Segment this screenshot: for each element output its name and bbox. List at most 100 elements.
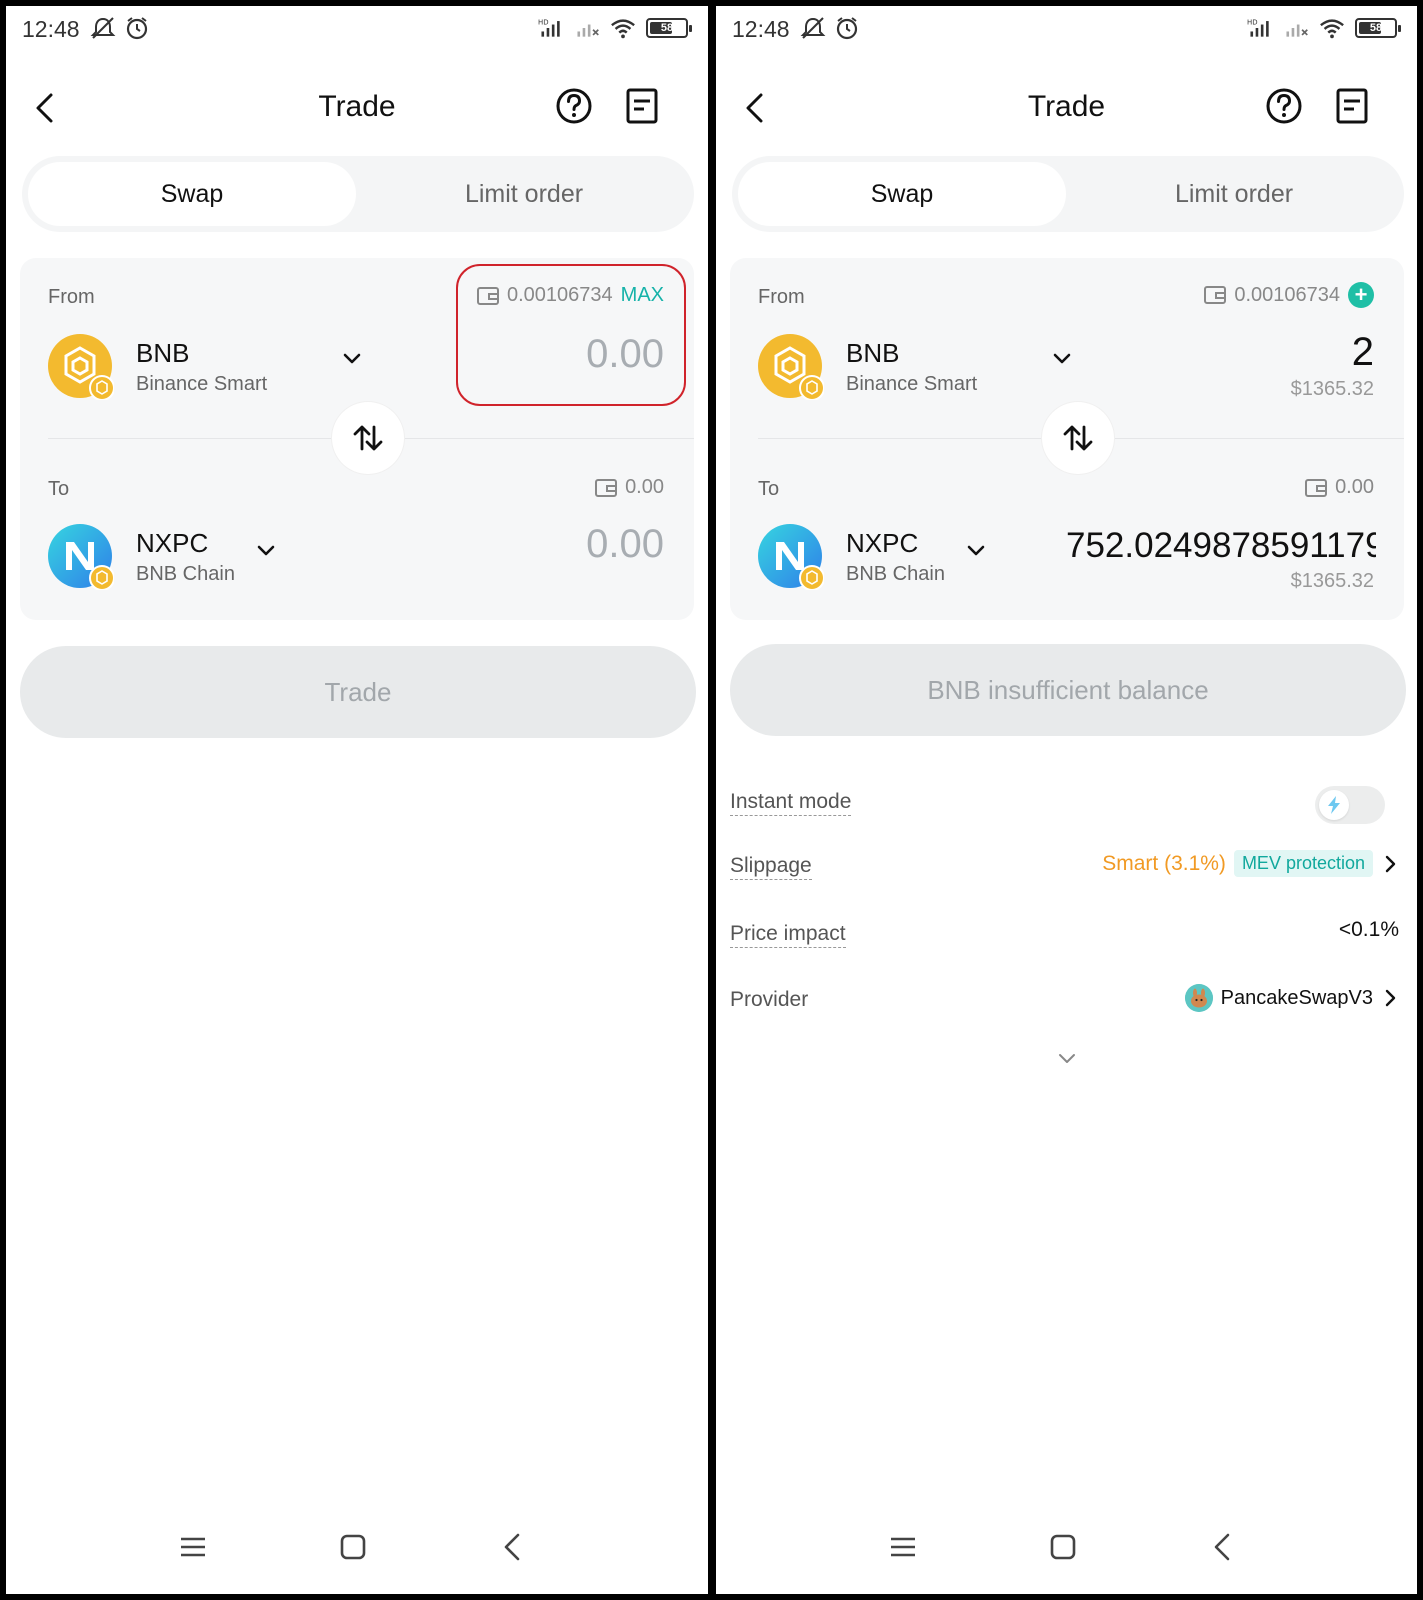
provider-label: Provider (730, 988, 809, 1011)
chevron-down-icon[interactable] (1050, 346, 1074, 370)
help-icon[interactable] (552, 84, 596, 128)
swap-arrows-icon (353, 425, 383, 451)
from-token-symbol: BNB (846, 338, 900, 368)
price-impact-value: <0.1% (1338, 918, 1399, 941)
tab-swap[interactable]: Swap (738, 162, 1066, 226)
tab-limit-order[interactable]: Limit order (1070, 162, 1398, 226)
instant-mode-toggle[interactable] (1315, 786, 1385, 824)
provider-value: PancakeSwapV3 (1220, 986, 1373, 1009)
signal-icon: HD (1247, 19, 1269, 37)
switch-tokens-button[interactable] (1042, 402, 1114, 474)
wallet-icon (595, 478, 618, 497)
status-bar: 12:48 HD 58 (6, 6, 708, 52)
home-icon[interactable] (336, 1530, 370, 1564)
price-impact-label[interactable]: Price impact (730, 922, 846, 948)
expand-chevron-icon[interactable] (1056, 1052, 1078, 1066)
instant-mode-row: Instant mode (730, 784, 1399, 824)
order-history-icon[interactable] (620, 84, 664, 128)
to-balance-value: 0.00 (625, 476, 664, 498)
nxpc-token-logo (758, 524, 825, 591)
plus-icon[interactable]: + (1348, 282, 1374, 308)
battery-icon: 58 (646, 18, 692, 38)
from-balance: 0.00106734 + (1204, 282, 1374, 308)
battery-icon: 58 (1355, 18, 1401, 38)
chevron-down-icon[interactable] (964, 538, 988, 562)
signal-empty-icon (577, 24, 599, 37)
status-bar: 12:48 HD 58 (716, 6, 1417, 52)
to-token-symbol: NXPC (846, 528, 919, 558)
from-token-symbol: BNB (136, 338, 190, 368)
status-time: 12:48 (22, 16, 80, 42)
lightning-icon (1328, 796, 1340, 814)
from-label: From (48, 286, 95, 308)
from-label: From (758, 286, 805, 308)
from-token-chain: Binance Smart (136, 373, 268, 395)
from-token-selector[interactable]: BNB Binance Smart (48, 334, 268, 401)
signal-icon: HD (538, 19, 560, 37)
bnb-token-logo (758, 334, 825, 401)
tab-limit-order[interactable]: Limit order (360, 162, 688, 226)
to-token-selector[interactable]: NXPC BNB Chain (758, 524, 945, 591)
system-nav-bar (6, 1522, 708, 1572)
provider-row[interactable]: Provider PancakeSwapV3 (730, 982, 1399, 1022)
chevron-right-icon (1385, 855, 1396, 872)
to-label: To (758, 478, 780, 500)
wifi-icon (611, 19, 635, 39)
from-token-selector[interactable]: BNB Binance Smart (758, 334, 978, 401)
trade-tabs: Swap Limit order (732, 156, 1404, 232)
bnb-token-logo (48, 334, 115, 401)
from-token-chain: Binance Smart (846, 373, 978, 395)
insufficient-balance-button[interactable]: BNB insufficient balance (730, 644, 1406, 736)
page-title: Trade (1027, 90, 1106, 123)
to-token-selector[interactable]: NXPC BNB Chain (48, 524, 235, 591)
status-time: 12:48 (732, 16, 790, 42)
signal-empty-icon (1286, 24, 1308, 37)
menu-icon[interactable] (886, 1530, 920, 1564)
svg-text:HD: HD (1247, 19, 1258, 27)
system-nav-bar (716, 1522, 1417, 1572)
chevron-down-icon[interactable] (340, 346, 364, 370)
alarm-icon (126, 17, 148, 40)
to-balance-value: 0.00 (1335, 476, 1374, 498)
alarm-icon (836, 17, 858, 40)
to-balance: 0.00 (595, 476, 664, 499)
from-amount-input[interactable]: 2 (1352, 330, 1374, 375)
slippage-row[interactable]: Slippage Smart (3.1%) MEV protection (730, 848, 1399, 888)
mute-icon (800, 17, 826, 39)
instant-mode-label[interactable]: Instant mode (730, 790, 852, 816)
wifi-icon (1320, 19, 1344, 39)
chevron-down-icon[interactable] (254, 538, 278, 562)
trade-button[interactable]: Trade (20, 646, 696, 738)
wallet-icon (1305, 478, 1328, 497)
to-token-chain: BNB Chain (846, 563, 945, 585)
trade-tabs: Swap Limit order (22, 156, 694, 232)
to-amount: 752.0249878591179 (1066, 526, 1376, 565)
to-label: To (48, 478, 70, 500)
order-history-icon[interactable] (1330, 84, 1374, 128)
swap-arrows-icon (1063, 425, 1093, 451)
help-icon[interactable] (1262, 84, 1306, 128)
svg-text:HD: HD (538, 19, 549, 27)
tab-swap[interactable]: Swap (28, 162, 356, 226)
from-balance-value: 0.00106734 (1234, 283, 1340, 306)
page-title: Trade (318, 90, 396, 123)
home-icon[interactable] (1046, 1530, 1080, 1564)
to-usd-value: $1365.32 (1290, 570, 1374, 592)
to-token-chain: BNB Chain (136, 563, 235, 585)
phone-screen-right: 12:48 HD 58 Trade Swap Limit order From … (716, 6, 1417, 1594)
annotation-highlight-box (456, 264, 686, 406)
menu-icon[interactable] (176, 1530, 210, 1564)
header: Trade (716, 78, 1417, 138)
slippage-label: Slippage (730, 854, 812, 880)
swap-card: From 0.00106734 + BNB Binance Smart 2 $1… (730, 258, 1404, 620)
to-amount: 0.00 (586, 522, 664, 566)
nav-back-icon[interactable] (496, 1530, 530, 1564)
mev-protection-badge: MEV protection (1233, 850, 1373, 877)
pancakeswap-logo-icon (1184, 984, 1213, 1012)
wallet-icon (1204, 286, 1227, 304)
to-balance: 0.00 (1305, 476, 1374, 499)
switch-tokens-button[interactable] (332, 402, 404, 474)
slippage-value: Smart (3.1%) (1102, 851, 1226, 875)
nav-back-icon[interactable] (1206, 1530, 1240, 1564)
header: Trade (6, 78, 708, 138)
